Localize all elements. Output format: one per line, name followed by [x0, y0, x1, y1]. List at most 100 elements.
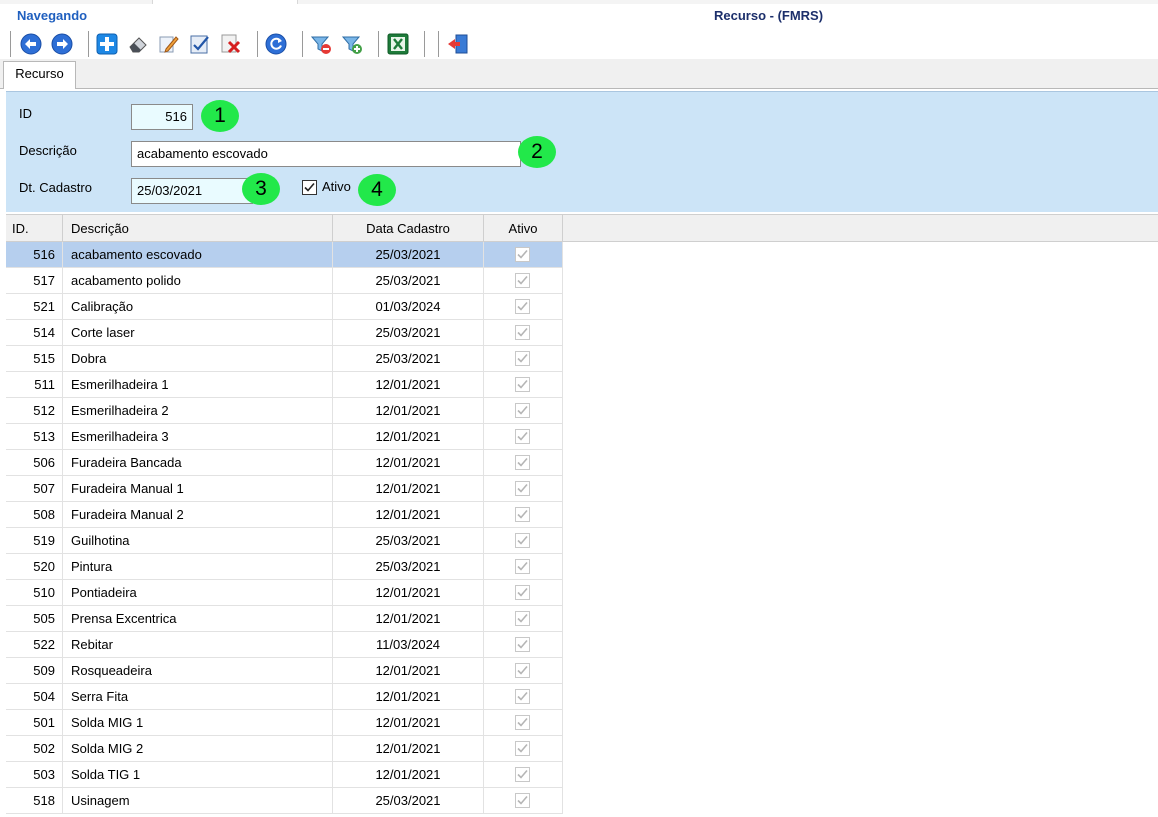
- records-grid: ID. Descrição Data Cadastro Ativo 516 aca…: [6, 214, 1158, 817]
- cell-description: Furadeira Manual 1: [63, 476, 333, 501]
- toolbar-separator: [10, 31, 11, 57]
- active-grid-checkbox[interactable]: [515, 663, 530, 678]
- cell-date: 12/01/2021: [333, 710, 484, 735]
- id-field[interactable]: 516: [131, 104, 193, 130]
- table-row[interactable]: 516 acabamento escovado 25/03/2021: [6, 242, 563, 268]
- refresh-button[interactable]: [263, 31, 289, 57]
- table-row[interactable]: 504 Serra Fita 12/01/2021: [6, 684, 563, 710]
- active-grid-checkbox[interactable]: [515, 637, 530, 652]
- active-grid-checkbox[interactable]: [515, 351, 530, 366]
- insert-button[interactable]: [94, 31, 120, 57]
- add-filter-button[interactable]: [339, 31, 365, 57]
- cell-date: 11/03/2024: [333, 632, 484, 657]
- table-row[interactable]: 514 Corte laser 25/03/2021: [6, 320, 563, 346]
- column-header-description[interactable]: Descrição: [63, 215, 333, 242]
- eraser-icon: [129, 37, 147, 53]
- active-grid-checkbox[interactable]: [515, 533, 530, 548]
- tab-recurso[interactable]: Recurso: [3, 61, 76, 89]
- cell-active: [484, 424, 563, 449]
- table-row[interactable]: 502 Solda MIG 2 12/01/2021: [6, 736, 563, 762]
- cell-description: acabamento escovado: [63, 242, 333, 267]
- checklist-icon: [190, 35, 209, 54]
- checkmark-icon: [517, 743, 528, 753]
- table-row[interactable]: 503 Solda TIG 1 12/01/2021: [6, 762, 563, 788]
- clear-button[interactable]: [125, 31, 151, 57]
- toolbar-separator: [302, 31, 303, 57]
- active-grid-checkbox[interactable]: [515, 377, 530, 392]
- table-row[interactable]: 512 Esmerilhadeira 2 12/01/2021: [6, 398, 563, 424]
- active-checkbox[interactable]: [302, 180, 317, 195]
- date-field[interactable]: 25/03/2021: [131, 178, 253, 204]
- cell-id: 502: [6, 736, 63, 761]
- table-row[interactable]: 515 Dobra 25/03/2021: [6, 346, 563, 372]
- table-row[interactable]: 509 Rosqueadeira 12/01/2021: [6, 658, 563, 684]
- table-row[interactable]: 505 Prensa Excentrica 12/01/2021: [6, 606, 563, 632]
- table-row[interactable]: 507 Furadeira Manual 1 12/01/2021: [6, 476, 563, 502]
- active-grid-checkbox[interactable]: [515, 299, 530, 314]
- active-grid-checkbox[interactable]: [515, 325, 530, 340]
- active-grid-checkbox[interactable]: [515, 559, 530, 574]
- prev-record-button[interactable]: [18, 31, 44, 57]
- checkmark-icon: [517, 665, 528, 675]
- cell-active: [484, 710, 563, 735]
- exit-button[interactable]: [445, 31, 471, 57]
- cell-description: Dobra: [63, 346, 333, 371]
- table-row[interactable]: 520 Pintura 25/03/2021: [6, 554, 563, 580]
- cell-id: 522: [6, 632, 63, 657]
- column-header-id[interactable]: ID.: [6, 215, 63, 242]
- cell-active: [484, 398, 563, 423]
- table-row[interactable]: 517 acabamento polido 25/03/2021: [6, 268, 563, 294]
- table-row[interactable]: 513 Esmerilhadeira 3 12/01/2021: [6, 424, 563, 450]
- id-label: ID: [19, 106, 32, 121]
- active-grid-checkbox[interactable]: [515, 247, 530, 262]
- active-grid-checkbox[interactable]: [515, 455, 530, 470]
- active-grid-checkbox[interactable]: [515, 429, 530, 444]
- delete-button[interactable]: [218, 31, 244, 57]
- cell-description: Esmerilhadeira 3: [63, 424, 333, 449]
- save-button[interactable]: [187, 31, 213, 57]
- active-grid-checkbox[interactable]: [515, 507, 530, 522]
- table-row[interactable]: 518 Usinagem 25/03/2021: [6, 788, 563, 814]
- cell-description: Esmerilhadeira 1: [63, 372, 333, 397]
- cell-date: 25/03/2021: [333, 242, 484, 267]
- table-row[interactable]: 501 Solda MIG 1 12/01/2021: [6, 710, 563, 736]
- active-grid-checkbox[interactable]: [515, 767, 530, 782]
- cell-id: 509: [6, 658, 63, 683]
- cell-active: [484, 554, 563, 579]
- active-grid-checkbox[interactable]: [515, 793, 530, 808]
- column-header-active[interactable]: Ativo: [484, 215, 563, 242]
- active-grid-checkbox[interactable]: [515, 611, 530, 626]
- cell-description: Pintura: [63, 554, 333, 579]
- checkmark-icon: [517, 301, 528, 311]
- exit-door-icon: [448, 34, 468, 54]
- checkmark-icon: [517, 691, 528, 701]
- table-row[interactable]: 508 Furadeira Manual 2 12/01/2021: [6, 502, 563, 528]
- active-grid-checkbox[interactable]: [515, 585, 530, 600]
- callout-badge-2: 2: [518, 136, 556, 168]
- cell-date: 12/01/2021: [333, 502, 484, 527]
- edit-button[interactable]: [156, 31, 182, 57]
- table-row[interactable]: 519 Guilhotina 25/03/2021: [6, 528, 563, 554]
- cell-description: Solda MIG 2: [63, 736, 333, 761]
- table-row[interactable]: 510 Pontiadeira 12/01/2021: [6, 580, 563, 606]
- active-grid-checkbox[interactable]: [515, 715, 530, 730]
- active-grid-checkbox[interactable]: [515, 741, 530, 756]
- active-grid-checkbox[interactable]: [515, 273, 530, 288]
- active-grid-checkbox[interactable]: [515, 689, 530, 704]
- next-record-button[interactable]: [49, 31, 75, 57]
- callout-badge-4: 4: [358, 174, 396, 206]
- table-row[interactable]: 506 Furadeira Bancada 12/01/2021: [6, 450, 563, 476]
- checkmark-icon: [517, 379, 528, 389]
- active-grid-checkbox[interactable]: [515, 481, 530, 496]
- column-header-date[interactable]: Data Cadastro: [333, 215, 484, 242]
- table-row[interactable]: 521 Calibração 01/03/2024: [6, 294, 563, 320]
- cell-date: 25/03/2021: [333, 320, 484, 345]
- description-field[interactable]: acabamento escovado: [131, 141, 521, 167]
- export-excel-button[interactable]: [385, 31, 411, 57]
- cell-id: 517: [6, 268, 63, 293]
- remove-filter-button[interactable]: [308, 31, 334, 57]
- cell-id: 504: [6, 684, 63, 709]
- table-row[interactable]: 511 Esmerilhadeira 1 12/01/2021: [6, 372, 563, 398]
- active-grid-checkbox[interactable]: [515, 403, 530, 418]
- table-row[interactable]: 522 Rebitar 11/03/2024: [6, 632, 563, 658]
